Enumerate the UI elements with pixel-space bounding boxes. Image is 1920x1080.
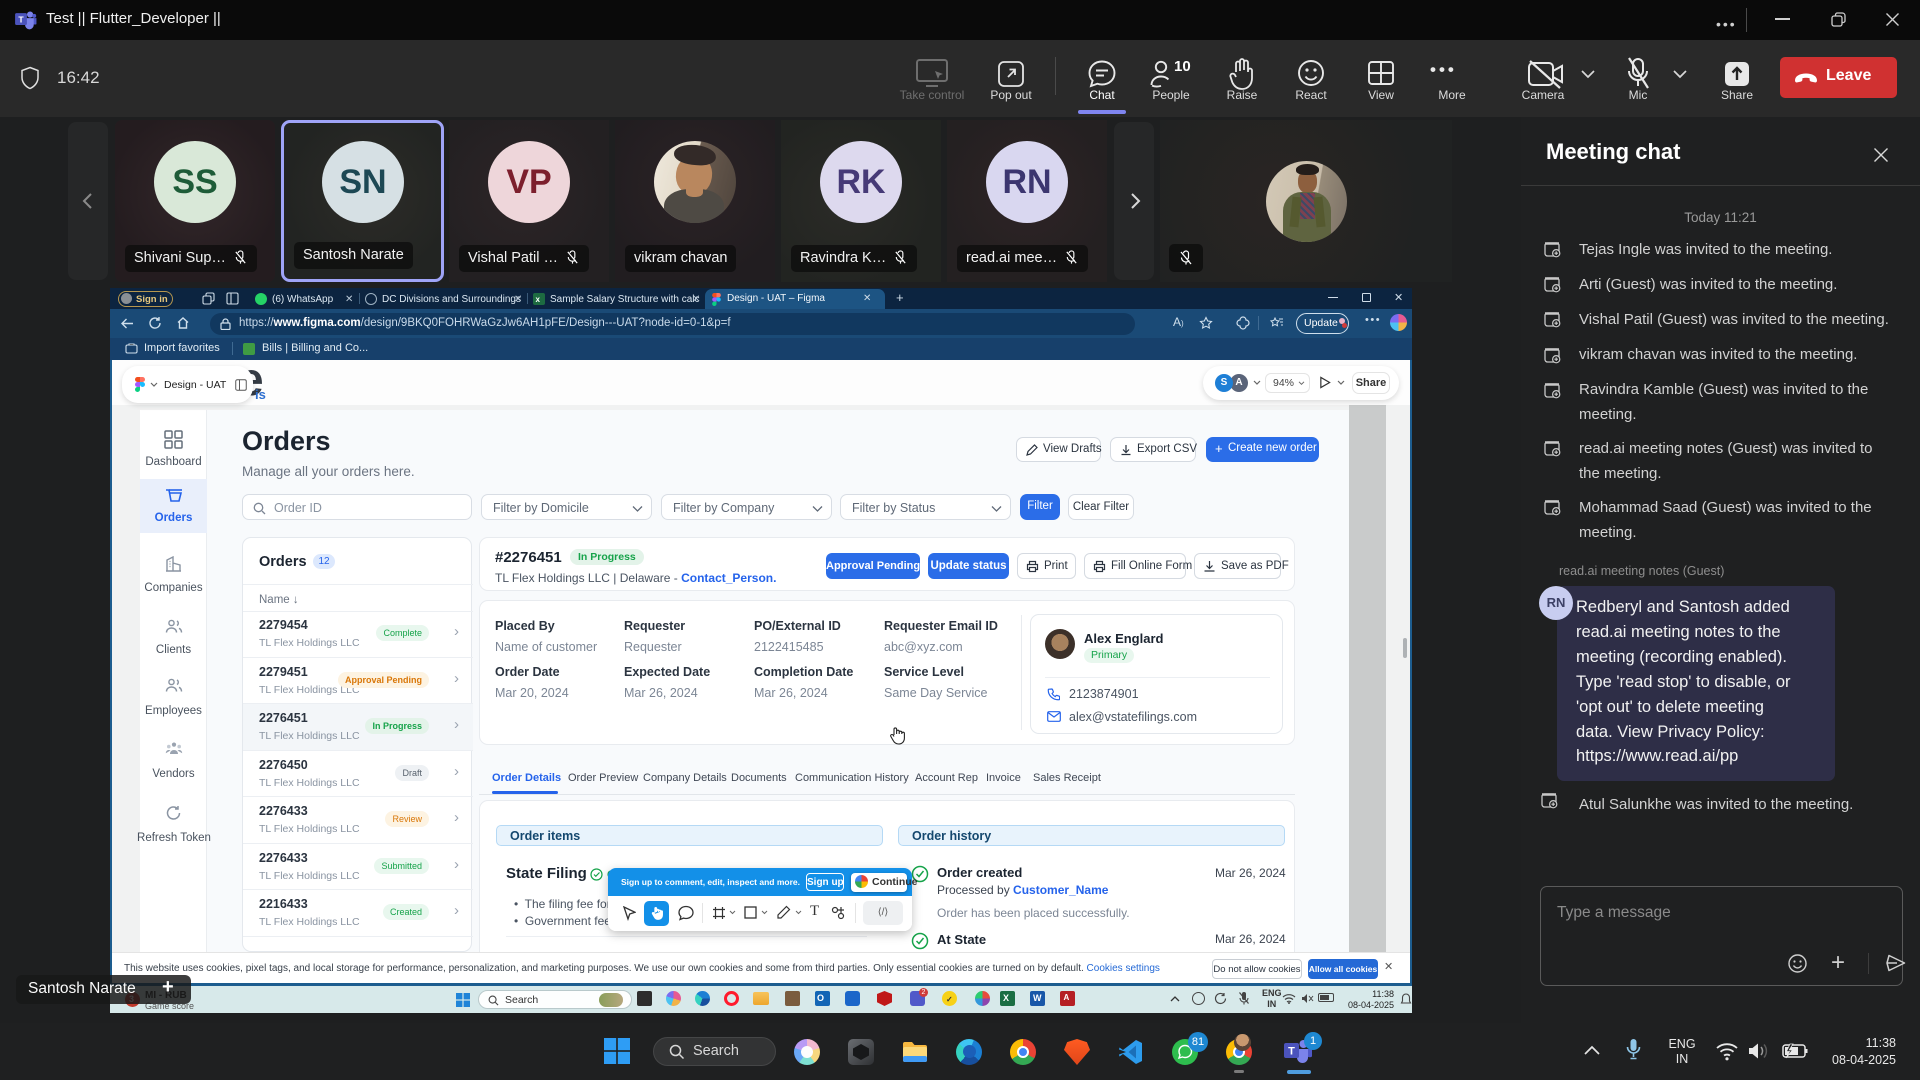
svg-text:T: T bbox=[1288, 1046, 1295, 1058]
svg-text:T: T bbox=[18, 14, 24, 24]
